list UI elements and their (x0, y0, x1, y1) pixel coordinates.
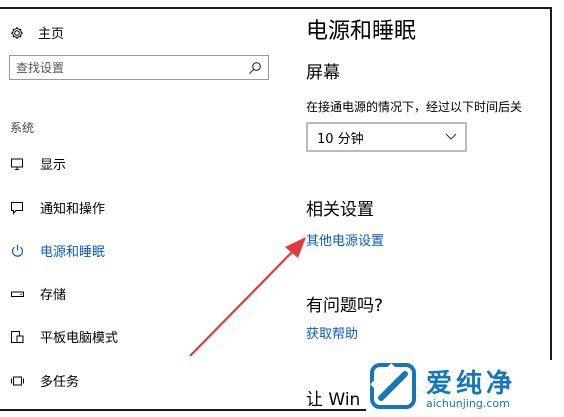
sidebar-item-power-sleep[interactable]: 电源和睡眠 (10, 241, 105, 260)
watermark: 爱纯净 aichunjing.com (366, 360, 562, 415)
sidebar-item-label: 显示 (40, 158, 67, 173)
settings-main-panel: 电源和睡眠 屏幕 在接通电源的情况下，经过以下时间后关 10 分钟 相关设置 其… (306, 9, 550, 409)
sidebar-item-label: 存储 (40, 288, 67, 303)
search-icon[interactable] (248, 61, 262, 75)
get-help-link[interactable]: 获取帮助 (306, 323, 358, 342)
tablet-mode-icon (10, 330, 26, 344)
sidebar-item-label: 电源和睡眠 (40, 245, 106, 260)
section-heading-windows: 让 Win (306, 390, 361, 409)
watermark-logo-icon (370, 363, 416, 409)
sidebar-home-label: 主页 (38, 27, 65, 42)
storage-icon (10, 287, 26, 301)
multitasking-icon (10, 374, 26, 388)
notification-icon (10, 201, 26, 215)
additional-power-settings-link[interactable]: 其他电源设置 (306, 230, 384, 249)
watermark-url: aichunjing.com (426, 397, 510, 410)
window-right-border (550, 7, 552, 411)
page-title: 电源和睡眠 (306, 19, 417, 44)
sidebar-item-label: 通知和操作 (40, 202, 106, 217)
sidebar-item-tablet-mode[interactable]: 平板电脑模式 (10, 327, 118, 346)
section-heading-screen: 屏幕 (306, 63, 340, 83)
sidebar-item-display[interactable]: 显示 (10, 154, 66, 173)
settings-sidebar: 主页 系统 显示 通知和操作 电源和睡眠 存储 平板电脑 (0, 9, 285, 409)
power-icon (10, 244, 26, 258)
sidebar-item-multitasking[interactable]: 多任务 (10, 371, 79, 390)
watermark-title: 爱纯净 (426, 369, 517, 399)
sidebar-home[interactable]: 主页 (10, 23, 64, 42)
sidebar-item-storage[interactable]: 存储 (10, 284, 66, 303)
section-heading-related-settings: 相关设置 (306, 200, 374, 220)
monitor-icon (10, 157, 26, 171)
search-box[interactable] (9, 55, 269, 80)
section-heading-help: 有问题吗? (306, 296, 384, 316)
section-label-system: 系统 (10, 121, 35, 135)
sidebar-item-notifications[interactable]: 通知和操作 (10, 198, 105, 217)
screen-timeout-description: 在接通电源的情况下，经过以下时间后关 (306, 100, 523, 114)
gear-icon (10, 26, 24, 40)
sidebar-item-label: 平板电脑模式 (40, 331, 119, 346)
chevron-down-icon (445, 133, 457, 141)
sidebar-item-label: 多任务 (40, 375, 80, 390)
screen-timeout-value: 10 分钟 (317, 131, 364, 147)
search-input[interactable] (10, 56, 248, 79)
screen-timeout-dropdown[interactable]: 10 分钟 (306, 122, 467, 152)
